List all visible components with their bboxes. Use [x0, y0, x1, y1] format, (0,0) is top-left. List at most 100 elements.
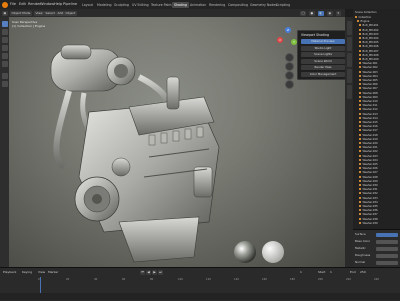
- select-tool-icon[interactable]: [1, 21, 8, 27]
- view-menu[interactable]: View: [34, 10, 45, 16]
- tab-rendering[interactable]: Rendering: [207, 2, 227, 8]
- engine-model[interactable]: [9, 17, 345, 267]
- tab-uv-editing[interactable]: UV Editing: [130, 2, 151, 8]
- shading-rendered-button[interactable]: ◉: [327, 10, 333, 16]
- tab-addon-2[interactable]: [346, 85, 352, 99]
- object-icon: [359, 45, 361, 48]
- outliner-item-label: Washer.036: [362, 209, 378, 213]
- tab-texture-paint[interactable]: Texture Paint: [149, 2, 174, 8]
- prop-value-field[interactable]: [376, 253, 398, 258]
- object-icon: [359, 125, 361, 128]
- diffuse-sphere-icon: [262, 241, 284, 263]
- end-frame-field[interactable]: 250: [360, 270, 366, 274]
- tab-scripting[interactable]: Scripting: [274, 2, 292, 8]
- transform-tool-icon[interactable]: [1, 61, 8, 67]
- material-preview-button[interactable]: Material Preview: [301, 39, 345, 44]
- menu-pipeline[interactable]: Pipeline: [63, 2, 77, 6]
- object-menu[interactable]: Object: [64, 10, 77, 16]
- move-tool-icon[interactable]: [1, 37, 8, 43]
- menu-file[interactable]: File: [10, 2, 16, 6]
- playback-menu[interactable]: Playback: [3, 270, 16, 274]
- play-icon[interactable]: ▶: [152, 270, 157, 275]
- outliner-item-label: Washer.012: [362, 108, 378, 112]
- select-menu[interactable]: Select: [44, 10, 57, 16]
- blender-logo-icon[interactable]: [2, 1, 8, 8]
- jump-start-icon[interactable]: ⏮: [140, 270, 145, 275]
- zoom-icon[interactable]: [285, 53, 294, 62]
- outliner-item-label: Washer.032: [362, 192, 378, 196]
- object-icon: [359, 167, 361, 170]
- tab-tool[interactable]: [346, 37, 352, 51]
- scene-world-button[interactable]: Scene World: [301, 58, 345, 64]
- menu-edit[interactable]: Edit: [19, 2, 26, 6]
- prop-value-field[interactable]: [376, 260, 398, 265]
- studio-light-button[interactable]: Studio Light: [301, 45, 345, 51]
- menu-help[interactable]: Help: [54, 2, 62, 6]
- prop-label: Roughness: [355, 253, 371, 257]
- scale-tool-icon[interactable]: [1, 53, 8, 59]
- outliner-item-label: Washer.033: [362, 196, 378, 200]
- tab-layout[interactable]: Layout: [80, 2, 95, 8]
- tab-shading[interactable]: Shading: [172, 1, 189, 8]
- gizmo-z-axis[interactable]: Z: [285, 27, 291, 33]
- editor-type-button[interactable]: ▣: [2, 10, 8, 16]
- shading-material-button[interactable]: ◐: [318, 10, 324, 16]
- outliner-item-label: Washer.003: [362, 70, 378, 74]
- play-reverse-icon[interactable]: ◀: [146, 270, 151, 275]
- 3d-viewport[interactable]: User Perspective (1) Collection | Engine: [9, 17, 345, 267]
- outliner-item-label: Washer.015: [362, 121, 378, 124]
- marker-menu[interactable]: Marker: [48, 270, 58, 274]
- tab-animation[interactable]: Animation: [188, 2, 208, 8]
- gizmo-x-axis[interactable]: X: [277, 37, 283, 43]
- outliner-item[interactable]: Washer.039: [355, 221, 400, 226]
- prop-value-field[interactable]: [376, 232, 398, 237]
- scene-lights-button[interactable]: Scene Lights: [301, 52, 345, 57]
- measure-tool-icon[interactable]: [1, 81, 8, 87]
- color-management-button[interactable]: Color Management: [301, 71, 345, 77]
- mode-dropdown[interactable]: Object Mode: [10, 10, 32, 16]
- object-icon: [359, 62, 361, 65]
- menu-render[interactable]: Render: [28, 2, 41, 6]
- annotate-tool-icon[interactable]: [1, 73, 8, 79]
- frame-tick-label: 120: [206, 278, 211, 281]
- start-frame-field[interactable]: 1: [330, 270, 332, 274]
- shading-solid-button[interactable]: ●: [309, 10, 315, 16]
- cursor-tool-icon[interactable]: [1, 29, 8, 35]
- rotate-tool-icon[interactable]: [1, 45, 8, 51]
- keying-menu[interactable]: Keying: [22, 270, 32, 274]
- menu-window[interactable]: Window: [40, 2, 54, 6]
- perspective-toggle-icon[interactable]: [285, 80, 294, 89]
- outliner-item-label: Washer.039: [362, 221, 378, 225]
- playhead[interactable]: [40, 277, 41, 293]
- tool-shelf: [0, 17, 9, 267]
- tab-sculpting[interactable]: Sculpting: [112, 2, 131, 8]
- prop-row: Surface: [355, 232, 398, 237]
- frame-tick-label: 220: [346, 278, 351, 281]
- jump-end-icon[interactable]: ⏭: [158, 270, 163, 275]
- current-frame-field[interactable]: 1: [300, 270, 302, 274]
- outliner-item-label: Washer.006: [362, 83, 378, 87]
- tab-addon[interactable]: [346, 69, 352, 83]
- prop-value-field[interactable]: [376, 239, 398, 244]
- render-pass-button[interactable]: Render Pass: [301, 65, 345, 70]
- outliner-panel: Scene Collection Collection Engine Bolt_M8.…: [353, 9, 400, 229]
- camera-view-icon[interactable]: [285, 71, 294, 80]
- tab-view[interactable]: [346, 53, 352, 67]
- view-menu[interactable]: View: [38, 270, 45, 274]
- outliner-item-label: Washer.007: [362, 87, 378, 91]
- shading-dropdown-button[interactable]: ▾: [336, 10, 341, 16]
- prop-label: Normal: [355, 260, 366, 264]
- object-icon: [359, 108, 361, 111]
- object-icon: [359, 79, 361, 81]
- shading-wireframe-button[interactable]: ◯: [300, 10, 307, 16]
- outliner-item-label: Washer.020: [362, 142, 378, 145]
- tab-modeling[interactable]: Modeling: [95, 2, 114, 8]
- pan-hand-icon[interactable]: [285, 62, 294, 71]
- object-icon: [359, 95, 361, 98]
- prop-value-field[interactable]: [376, 246, 398, 251]
- outliner-item-label: Washer.035: [362, 205, 378, 208]
- top-menu-bar: File Edit Render Window Help Pipeline La…: [0, 0, 400, 9]
- tab-item[interactable]: [346, 21, 352, 35]
- object-icon: [359, 196, 361, 199]
- tab-compositing[interactable]: Compositing: [226, 2, 250, 8]
